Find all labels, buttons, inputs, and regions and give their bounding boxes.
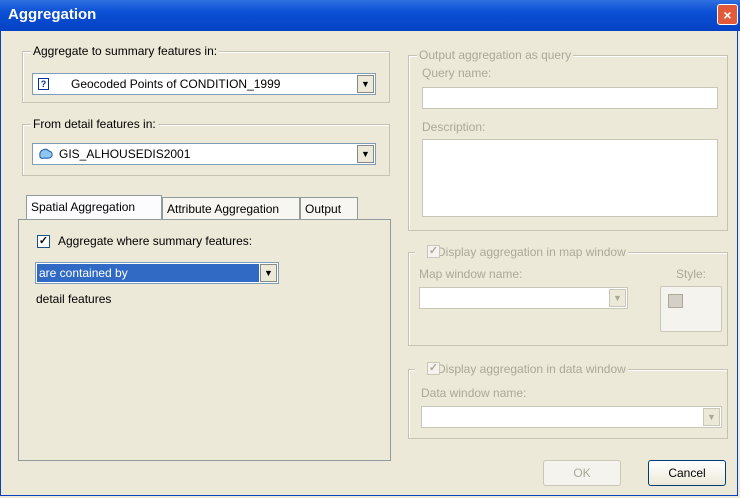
spatial-relation-select[interactable]: are contained by ▼ xyxy=(35,262,279,284)
chevron-down-icon[interactable]: ▼ xyxy=(357,145,374,163)
map-window-name-label: Map window name: xyxy=(419,267,523,281)
data-window-name-label: Data window name: xyxy=(421,386,527,400)
tab-attribute-aggregation[interactable]: Attribute Aggregation xyxy=(162,197,300,219)
chevron-down-icon[interactable]: ▼ xyxy=(357,75,374,93)
detail-features-value: GIS_ALHOUSEDIS2001 xyxy=(59,147,191,161)
window-title: Aggregation xyxy=(8,6,97,23)
detail-features-label: From detail features in: xyxy=(31,117,158,131)
cancel-button[interactable]: Cancel xyxy=(648,460,726,486)
spatial-aggregation-panel xyxy=(18,219,391,461)
display-data-checkbox[interactable]: ✓ xyxy=(427,362,440,375)
aggregate-where-label: Aggregate where summary features: xyxy=(58,234,253,248)
detail-features-select[interactable]: GIS_ALHOUSEDIS2001 ▼ xyxy=(32,143,376,165)
summary-features-label: Aggregate to summary features in: xyxy=(31,44,220,58)
map-window-group-label: Display aggregation in map window xyxy=(415,245,628,259)
detail-features-text: detail features xyxy=(36,292,112,306)
summary-features-select[interactable]: ? Geocoded Points of CONDITION_1999 ▼ xyxy=(32,73,376,95)
tab-output-label: Output xyxy=(305,202,342,216)
style-button[interactable] xyxy=(660,286,722,332)
title-bar: Aggregation × xyxy=(0,0,740,31)
description-label: Description: xyxy=(422,120,486,134)
question-icon: ? xyxy=(38,78,49,90)
map-window-select[interactable]: ▼ xyxy=(419,287,628,309)
tab-spatial-aggregation[interactable]: Spatial Aggregation xyxy=(26,195,162,219)
ok-button[interactable]: OK xyxy=(543,460,621,486)
data-window-group: Display aggregation in data window xyxy=(408,362,728,439)
chevron-down-icon[interactable]: ▼ xyxy=(609,289,626,307)
query-name-input[interactable] xyxy=(422,87,718,109)
style-label: Style: xyxy=(676,267,707,281)
data-window-group-label: Display aggregation in data window xyxy=(415,362,628,376)
chevron-down-icon[interactable]: ▼ xyxy=(703,408,720,426)
display-map-checkbox[interactable]: ✓ xyxy=(427,245,440,258)
tab-spatial-aggregation-label: Spatial Aggregation xyxy=(31,200,136,214)
data-window-select[interactable]: ▼ xyxy=(421,406,722,428)
tab-output[interactable]: Output xyxy=(300,197,358,219)
chevron-down-icon[interactable]: ▼ xyxy=(260,264,277,282)
spatial-relation-value: are contained by xyxy=(37,264,259,282)
query-name-label: Query name: xyxy=(422,66,492,80)
style-swatch-icon xyxy=(668,294,683,308)
polygon-layer-icon xyxy=(39,148,53,159)
aggregate-where-checkbox[interactable]: ✓ xyxy=(37,235,50,248)
close-icon[interactable]: × xyxy=(717,4,738,25)
summary-features-value: Geocoded Points of CONDITION_1999 xyxy=(71,77,281,91)
tab-attribute-aggregation-label: Attribute Aggregation xyxy=(167,202,280,216)
description-input[interactable] xyxy=(422,139,718,217)
output-query-label: Output aggregation as query xyxy=(417,48,574,62)
